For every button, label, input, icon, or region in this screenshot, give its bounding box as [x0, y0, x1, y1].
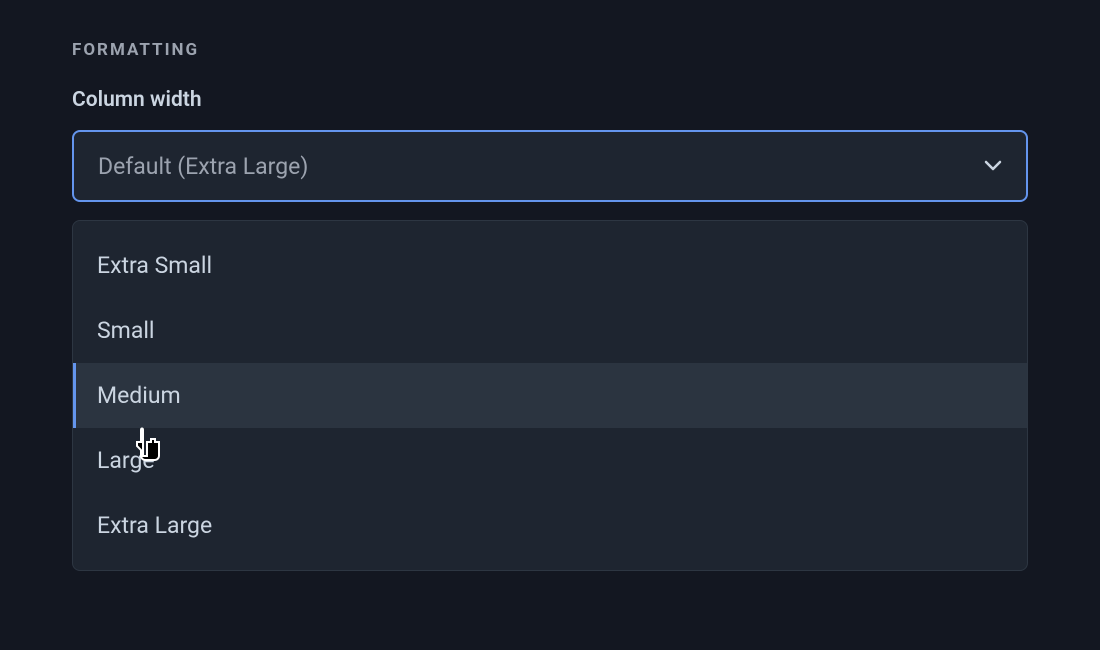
option-small[interactable]: Small	[73, 298, 1027, 363]
chevron-down-icon	[984, 157, 1002, 175]
column-width-dropdown: Extra Small Small Medium Large Extra Lar…	[72, 220, 1028, 571]
select-current-value: Default (Extra Large)	[98, 153, 308, 180]
option-medium[interactable]: Medium	[73, 363, 1027, 428]
option-extra-small[interactable]: Extra Small	[73, 233, 1027, 298]
option-extra-large[interactable]: Extra Large	[73, 493, 1027, 558]
column-width-select[interactable]: Default (Extra Large)	[72, 130, 1028, 202]
option-large[interactable]: Large	[73, 428, 1027, 493]
field-label-column-width: Column width	[72, 88, 1028, 112]
section-header: FORMATTING	[72, 40, 1028, 60]
